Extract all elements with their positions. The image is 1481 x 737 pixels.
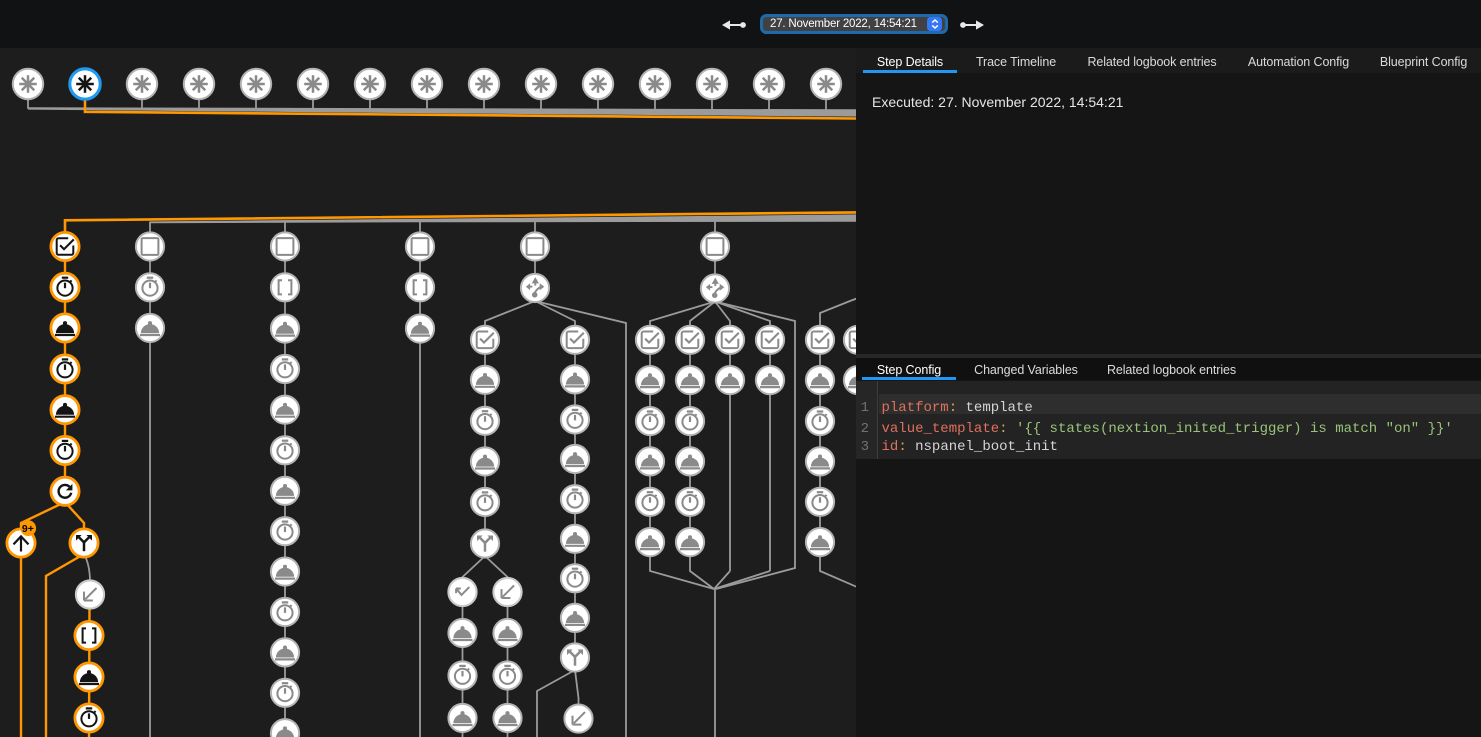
svg-text:9+: 9+ — [22, 523, 34, 535]
